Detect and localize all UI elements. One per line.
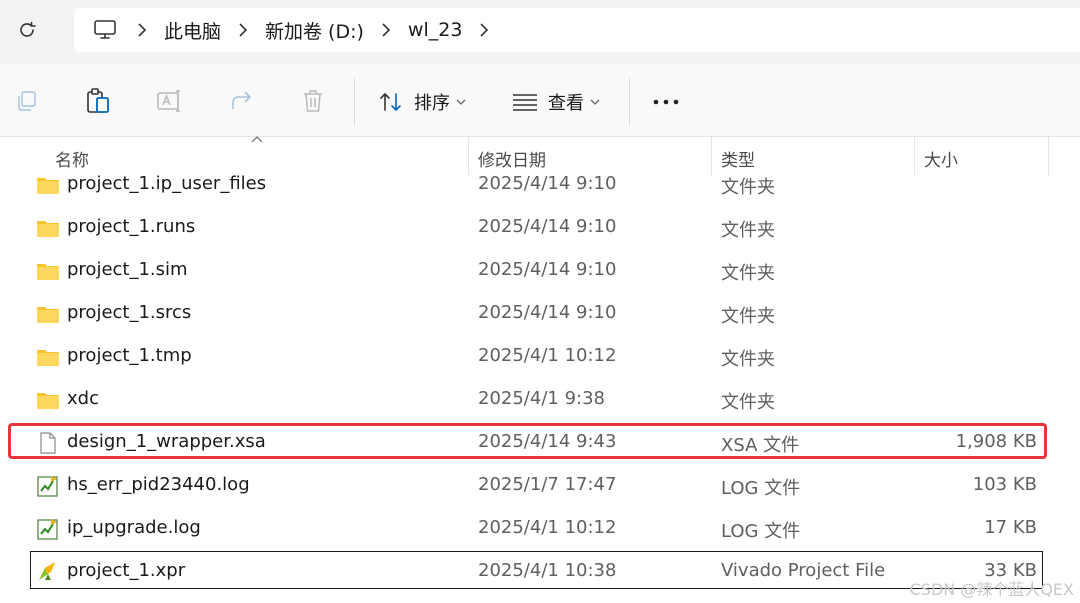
file-type: LOG 文件 xyxy=(721,521,801,542)
highlight-annotation-box xyxy=(8,423,1047,459)
this-pc-icon xyxy=(90,15,120,45)
chevron-down-icon xyxy=(456,99,466,105)
file-date: 2025/4/14 9:10 xyxy=(478,173,617,194)
more-options-button[interactable] xyxy=(652,84,680,120)
file-date: 2025/4/1 9:38 xyxy=(478,388,605,409)
file-row[interactable]: hs_err_pid23440.log 2025/1/7 17:47 LOG 文… xyxy=(30,466,1045,506)
file-name: project_1.tmp xyxy=(67,345,192,366)
file-date: 2025/4/14 9:10 xyxy=(478,216,617,237)
file-date: 2025/4/14 9:10 xyxy=(478,259,617,280)
paste-button[interactable] xyxy=(83,86,113,116)
view-label: 查看 xyxy=(548,93,584,114)
paste-icon xyxy=(87,88,109,113)
file-row[interactable]: xdc 2025/4/1 9:38 文件夹 xyxy=(30,380,1045,420)
file-name: hs_err_pid23440.log xyxy=(67,474,250,495)
folder-icon xyxy=(37,264,59,280)
file-name: project_1.ip_user_files xyxy=(67,173,267,194)
copy-icon xyxy=(18,91,36,111)
folder-icon xyxy=(37,393,59,409)
focused-row-outline xyxy=(30,551,1043,589)
folder-icon xyxy=(37,178,59,194)
file-size: 17 KB xyxy=(984,517,1037,538)
list-view-icon xyxy=(513,94,537,111)
folder-icon xyxy=(37,307,59,323)
share-button[interactable] xyxy=(227,86,257,116)
file-list: 名称 修改日期 类型 大小 project_1.ip_user_files 20… xyxy=(0,136,1080,603)
file-row[interactable]: project_1.sim 2025/4/14 9:10 文件夹 xyxy=(30,251,1045,291)
file-type: 文件夹 xyxy=(721,220,775,241)
file-type: 文件夹 xyxy=(721,263,775,284)
toolbar-divider xyxy=(354,78,355,126)
rename-icon xyxy=(157,90,180,112)
file-name: xdc xyxy=(67,388,99,409)
file-date: 2025/1/7 17:47 xyxy=(478,474,617,495)
watermark: CSDN @辣个蓝人QEX xyxy=(909,580,1074,599)
command-bar: 排序 查看 xyxy=(0,64,1080,137)
file-name: project_1.sim xyxy=(67,259,188,280)
file-row[interactable]: project_1.srcs 2025/4/14 9:10 文件夹 xyxy=(30,294,1045,334)
share-icon xyxy=(232,91,252,109)
file-row[interactable]: project_1.runs 2025/4/14 9:10 文件夹 xyxy=(30,208,1045,248)
file-row[interactable]: project_1.tmp 2025/4/1 10:12 文件夹 xyxy=(30,337,1045,377)
more-icon xyxy=(653,99,679,105)
file-date: 2025/4/14 9:10 xyxy=(478,302,617,323)
file-type: 文件夹 xyxy=(721,349,775,370)
chevron-down-icon xyxy=(590,99,600,105)
refresh-icon xyxy=(20,21,36,37)
breadcrumb-this-pc[interactable]: 此电脑 xyxy=(164,17,221,44)
file-type: LOG 文件 xyxy=(721,478,801,499)
file-name: ip_upgrade.log xyxy=(67,517,201,538)
sort-label: 排序 xyxy=(414,93,450,114)
address-bar-area: 此电脑 新加卷 (D:) wl_23 xyxy=(0,0,1080,64)
delete-button[interactable] xyxy=(298,86,328,116)
chevron-right-icon[interactable] xyxy=(221,23,265,37)
file-date: 2025/4/1 10:12 xyxy=(478,345,617,366)
file-row[interactable]: project_1.ip_user_files 2025/4/14 9:10 文… xyxy=(30,165,1045,205)
breadcrumb-drive-d[interactable]: 新加卷 (D:) xyxy=(265,17,364,44)
breadcrumb-wl-23[interactable]: wl_23 xyxy=(408,19,463,41)
folder-icon xyxy=(37,221,59,237)
file-type: 文件夹 xyxy=(721,392,775,413)
refresh-button[interactable] xyxy=(10,13,44,47)
file-type: 文件夹 xyxy=(721,177,775,198)
chevron-right-icon[interactable] xyxy=(462,23,506,37)
column-divider[interactable] xyxy=(1048,137,1049,175)
file-size: 103 KB xyxy=(972,474,1037,495)
rename-button[interactable] xyxy=(155,86,185,116)
chevron-right-icon[interactable] xyxy=(364,23,408,37)
log-file-icon xyxy=(37,519,58,540)
file-name: project_1.runs xyxy=(67,216,196,237)
file-date: 2025/4/1 10:12 xyxy=(478,517,617,538)
chevron-right-icon[interactable] xyxy=(120,23,164,37)
copy-button[interactable] xyxy=(12,86,42,116)
sort-button[interactable]: 排序 xyxy=(378,84,466,120)
file-type: 文件夹 xyxy=(721,306,775,327)
file-name: project_1.srcs xyxy=(67,302,192,323)
sort-ascending-icon xyxy=(251,136,263,143)
address-field[interactable]: 此电脑 新加卷 (D:) wl_23 xyxy=(74,8,1080,52)
log-file-icon xyxy=(37,476,58,497)
trash-icon xyxy=(304,90,322,112)
sort-icon xyxy=(380,92,401,112)
file-row[interactable]: ip_upgrade.log 2025/4/1 10:12 LOG 文件 17 … xyxy=(30,509,1045,549)
toolbar-divider xyxy=(629,78,630,126)
view-button[interactable]: 查看 xyxy=(512,84,600,120)
folder-icon xyxy=(37,350,59,366)
